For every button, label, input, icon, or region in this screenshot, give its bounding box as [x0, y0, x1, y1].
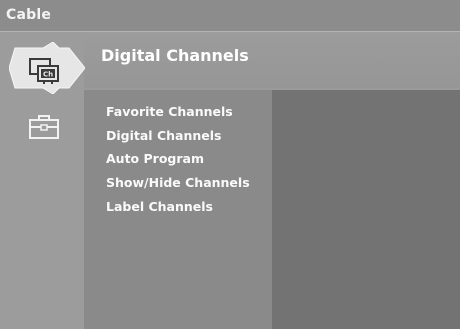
submenu-title: Digital Channels	[101, 46, 249, 65]
menu-item-show-hide-channels[interactable]: Show/Hide Channels	[106, 171, 250, 195]
title-bar: Cable	[0, 0, 460, 32]
menu-title: Cable	[6, 7, 52, 23]
content-panel	[272, 90, 460, 329]
tv-menu-screen: Cable Digital Channels Ch Favorite Chann…	[0, 0, 460, 329]
channels-icon[interactable]: Ch	[27, 56, 63, 86]
menu-item-label-channels[interactable]: Label Channels	[106, 195, 250, 219]
setup-icon[interactable]	[27, 112, 61, 142]
menu-list: Favorite Channels Digital Channels Auto …	[106, 100, 250, 218]
menu-item-auto-program[interactable]: Auto Program	[106, 147, 250, 171]
svg-text:Ch: Ch	[43, 71, 53, 79]
menu-item-digital-channels[interactable]: Digital Channels	[106, 124, 250, 148]
menu-item-favorite-channels[interactable]: Favorite Channels	[106, 100, 250, 124]
